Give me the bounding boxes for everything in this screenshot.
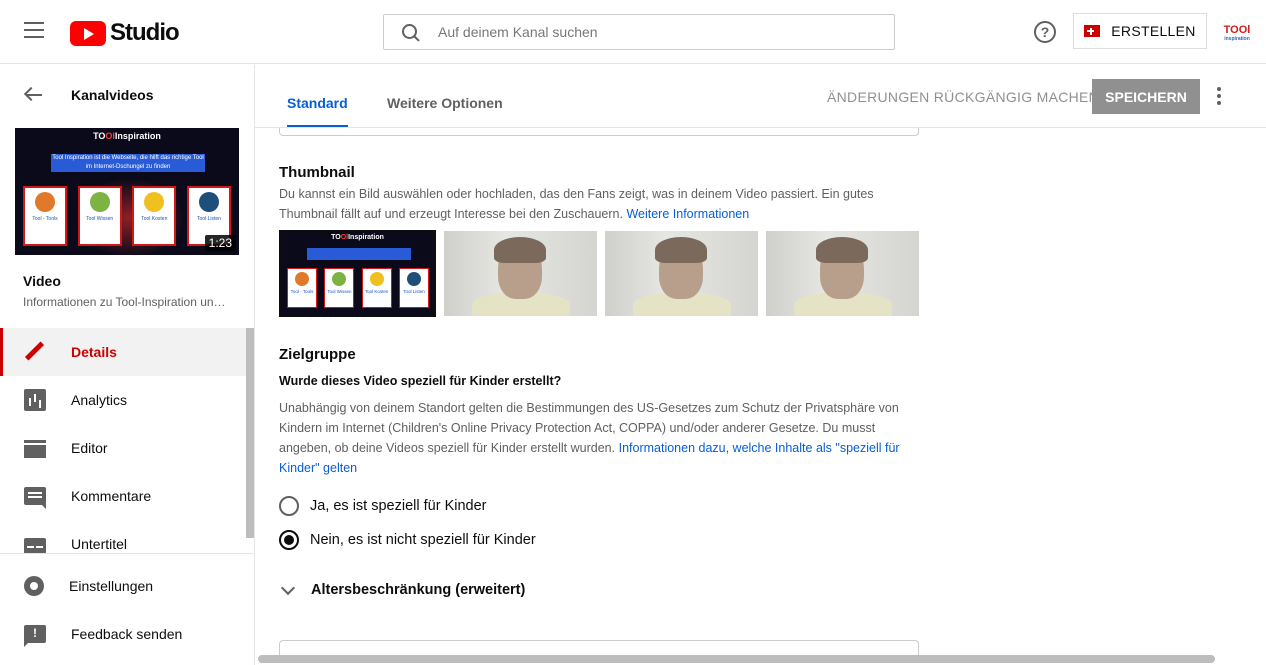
audience-question: Wurde dieses Video speziell für Kinder e… [279, 374, 562, 388]
youtube-play-icon [70, 20, 106, 46]
sidebar-item-label: Kommentare [71, 488, 152, 504]
comment-icon [24, 487, 46, 509]
sidebar-item-label: Details [71, 344, 117, 360]
chevron-down-icon [280, 580, 296, 595]
card-icon [144, 192, 165, 212]
sidebar-item-analytics[interactable]: Analytics [0, 376, 247, 424]
gear-icon [24, 576, 44, 596]
sidebar-item-label: Einstellungen [69, 578, 154, 594]
tab-standard[interactable]: Standard [287, 95, 348, 127]
radio-label: Nein, es ist nicht speziell für Kinder [310, 532, 536, 548]
feedback-icon [24, 625, 46, 647]
thumbnail-banner: Tool Inspiration ist die Webseite, die h… [51, 154, 205, 172]
sidebar-item-editor[interactable]: Editor [0, 424, 247, 472]
logo-text: Studio [110, 19, 180, 46]
thumbnail-description: Du kannst ein Bild auswählen oder hochla… [279, 187, 874, 221]
thumbnail-card: Tool Wissen [324, 268, 355, 308]
details-header: Standard Weitere Optionen ÄNDERUNGEN RÜC… [255, 65, 1266, 128]
clapperboard-icon [24, 440, 46, 458]
sidebar-item-label: Analytics [71, 392, 128, 408]
thumbnail-option-cards: Tool - Tools Tool Wissen Tool Kosten Too… [287, 268, 429, 308]
sidebar-nav: Details Analytics Editor Kommentare Unte… [0, 328, 247, 568]
sidebar-item-comments[interactable]: Kommentare [0, 472, 247, 520]
sidebar-item-label: Untertitel [71, 536, 128, 552]
video-title: Informationen zu Tool-Inspiration un… [23, 295, 226, 309]
help-icon[interactable]: ? [1034, 21, 1056, 43]
radio-button[interactable] [279, 496, 299, 516]
more-vert-icon[interactable] [1217, 87, 1223, 107]
thumbnail-card: Tool Wissen [77, 186, 122, 246]
details-content: Thumbnail Du kannst ein Bild auswählen o… [255, 128, 1266, 658]
thumbnail-options: TOOlInspiration Tool - Tools Tool Wissen… [279, 230, 927, 317]
card-icon [198, 192, 219, 212]
previous-field-box[interactable] [279, 128, 919, 136]
thumbnail-card: Tool Listen [398, 268, 429, 308]
sidebar-bottom-nav: Einstellungen Feedback senden [0, 562, 255, 658]
avatar-text: TOOl [1223, 24, 1251, 36]
back-to-channel-videos[interactable]: Kanalvideos [24, 87, 153, 103]
sidebar-item-subtitles[interactable]: Untertitel [0, 520, 247, 568]
undo-changes-button[interactable]: ÄNDERUNGEN RÜCKGÄNGIG MACHEN [827, 89, 1099, 105]
search-box[interactable] [383, 14, 895, 50]
subtitles-icon [24, 537, 46, 554]
main-panel: Standard Weitere Optionen ÄNDERUNGEN RÜC… [255, 65, 1266, 665]
sidebar-item-feedback[interactable]: Feedback senden [0, 610, 255, 658]
thumbnail-option-frame[interactable] [444, 231, 597, 316]
sidebar-item-label: Feedback senden [71, 626, 183, 642]
thumbnail-learn-more-link[interactable]: Weitere Informationen [626, 207, 749, 221]
tab-more-options[interactable]: Weitere Optionen [387, 95, 503, 125]
arrow-back-icon[interactable] [24, 87, 44, 103]
hamburger-menu-icon[interactable] [24, 22, 46, 42]
sidebar-divider [0, 553, 255, 554]
card-icon [35, 192, 55, 212]
sidebar-item-settings[interactable]: Einstellungen [0, 562, 255, 610]
thumbnail-option-frame[interactable] [766, 231, 919, 316]
search-icon[interactable] [402, 24, 418, 40]
video-thumbnail-preview[interactable]: TOOlInspiration Tool Inspiration ist die… [15, 128, 239, 255]
thumbnail-title: Thumbnail [279, 164, 355, 181]
sidebar-item-label: Editor [71, 440, 108, 456]
avatar-subtext: inspiration [1224, 36, 1250, 42]
radio-button-checked[interactable] [279, 530, 299, 550]
create-video-icon [1084, 25, 1101, 37]
thumbnail-title: TOOlInspiration [93, 131, 161, 141]
top-bar: Studio ? ERSTELLEN TOOl inspiration [0, 0, 1266, 64]
studio-logo[interactable]: Studio [70, 19, 180, 47]
back-label: Kanalvideos [71, 87, 154, 103]
age-restriction-expander[interactable]: Altersbeschränkung (erweitert) [280, 580, 526, 598]
save-button[interactable]: SPEICHERN [1092, 79, 1200, 114]
thumbnail-card: Tool Kosten [132, 186, 177, 246]
thumbnail-card: Tool - Tools [23, 186, 67, 246]
sidebar-scrollbar[interactable] [246, 328, 254, 538]
thumbnail-option-selected[interactable]: TOOlInspiration Tool - Tools Tool Wissen… [279, 230, 436, 317]
radio-made-for-kids-yes[interactable]: Ja, es ist speziell für Kinder [279, 496, 487, 516]
thumbnail-option-frame[interactable] [605, 231, 758, 316]
create-button-label: ERSTELLEN [1111, 23, 1196, 39]
thumbnail-cards: Tool - Tools Tool Wissen Tool Kosten Too… [23, 186, 231, 248]
radio-label: Ja, es ist speziell für Kinder [310, 498, 487, 514]
video-section-label: Video [23, 273, 61, 289]
age-restriction-label: Altersbeschränkung (erweitert) [311, 582, 526, 598]
channel-avatar[interactable]: TOOl inspiration [1222, 24, 1252, 44]
video-duration: 1:23 [204, 235, 236, 251]
card-icon [89, 192, 110, 212]
thumbnail-option-title: TOOlInspiration [331, 234, 384, 241]
sidebar: Kanalvideos TOOlInspiration Tool Inspira… [0, 65, 255, 665]
audience-description: Unabhängig von deinem Standort gelten di… [279, 401, 900, 475]
thumbnail-card: Tool Kosten [361, 268, 392, 308]
thumbnail-option-banner [307, 248, 411, 260]
radio-made-for-kids-no[interactable]: Nein, es ist nicht speziell für Kinder [279, 530, 536, 550]
audience-title: Zielgruppe [279, 346, 356, 363]
sidebar-item-details[interactable]: Details [0, 328, 247, 376]
create-button[interactable]: ERSTELLEN [1073, 13, 1207, 49]
horizontal-scrollbar[interactable] [258, 655, 1215, 663]
pencil-icon [24, 341, 46, 363]
thumbnail-card: Tool - Tools [287, 268, 317, 308]
search-input[interactable] [438, 24, 858, 40]
analytics-icon [24, 389, 46, 411]
